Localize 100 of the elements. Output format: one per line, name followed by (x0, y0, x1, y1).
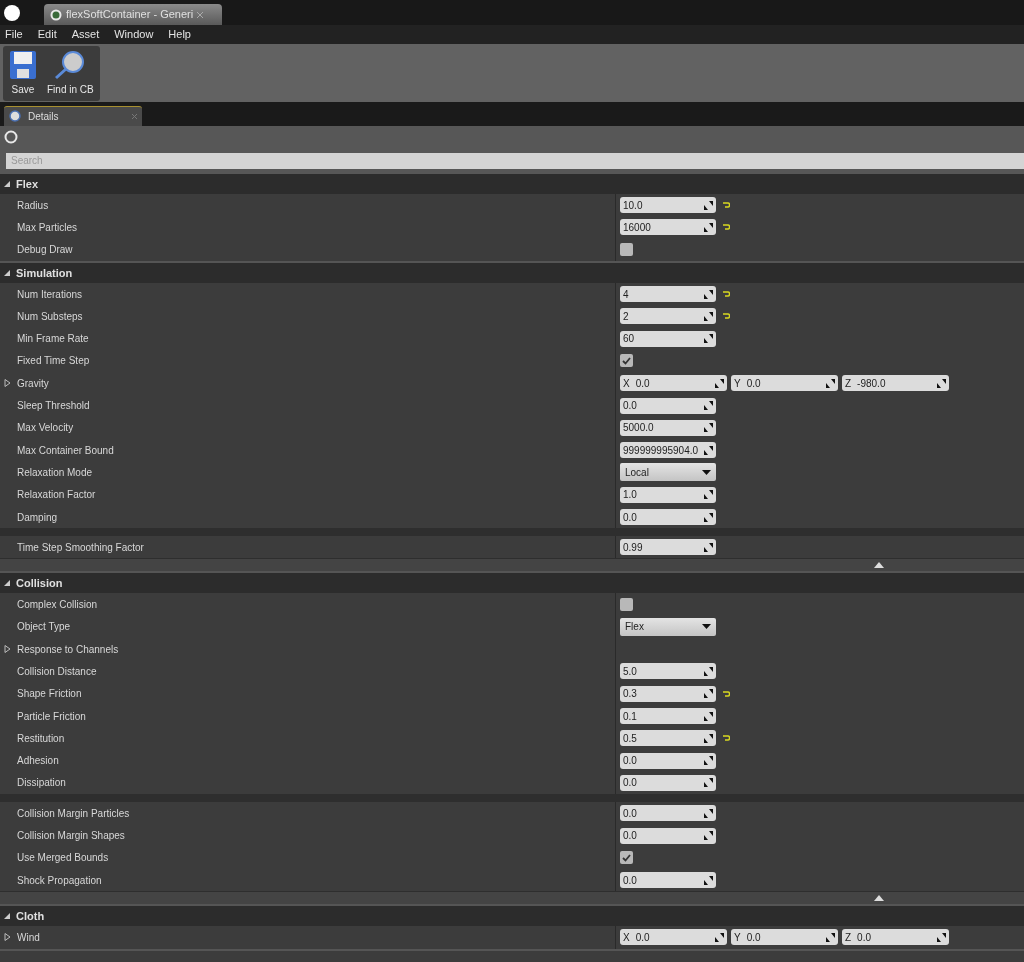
drag-handle-icon[interactable] (704, 311, 713, 321)
number-field[interactable]: 10.0 (620, 197, 716, 214)
drag-handle-icon[interactable] (704, 542, 713, 552)
property-label: Max Container Bound (17, 443, 114, 458)
expanded-arrow-icon[interactable] (4, 912, 11, 921)
number-field[interactable]: 0.0 (620, 827, 716, 844)
menu-item[interactable]: File (5, 26, 23, 43)
category-header[interactable]: Collision (0, 573, 1024, 594)
category-header[interactable]: Simulation (0, 262, 1024, 283)
drag-handle-icon[interactable] (704, 778, 713, 788)
number-field[interactable]: X 0.0 (620, 375, 727, 392)
drag-handle-icon[interactable] (715, 932, 724, 942)
collapsed-arrow-icon[interactable] (4, 379, 11, 388)
menu-item[interactable]: Asset (71, 26, 100, 43)
info-icon (9, 110, 22, 123)
drag-handle-icon[interactable] (704, 831, 713, 841)
number-field[interactable]: 1.0 (620, 486, 716, 503)
menu-item[interactable]: Help (168, 26, 191, 43)
number-field[interactable]: 0.1 (620, 708, 716, 725)
property-label: Sleep Threshold (17, 399, 90, 413)
menu-item[interactable]: Edit (37, 26, 57, 43)
number-field[interactable]: 999999995904.0 (620, 442, 716, 459)
number-field[interactable]: 5000.0 (620, 419, 716, 436)
number-field[interactable]: Y 0.0 (731, 375, 838, 392)
property-label: Min Frame Rate (17, 332, 89, 347)
drag-handle-icon[interactable] (937, 932, 946, 942)
property-label: Num Iterations (17, 287, 83, 302)
dropdown[interactable]: Flex (620, 617, 716, 636)
dropdown[interactable]: Local (620, 463, 716, 482)
drag-handle-icon[interactable] (704, 334, 713, 344)
number-field[interactable]: 4 (620, 286, 716, 303)
drag-handle-icon[interactable] (704, 445, 713, 455)
drag-handle-icon[interactable] (704, 289, 713, 299)
drag-handle-icon[interactable] (715, 378, 724, 388)
number-field[interactable]: Y 0.0 (731, 929, 838, 946)
advanced-toggle[interactable] (0, 891, 1024, 905)
menu-item[interactable]: Window (114, 26, 154, 43)
drag-handle-icon[interactable] (704, 222, 713, 232)
expanded-arrow-icon[interactable] (4, 579, 11, 588)
number-field[interactable]: 16000 (620, 219, 716, 236)
find-button[interactable]: Find in CB (47, 49, 94, 97)
collapsed-arrow-icon[interactable] (4, 645, 11, 654)
number-field[interactable]: 0.0 (620, 805, 716, 822)
number-field[interactable]: Z 0.0 (842, 929, 949, 946)
drag-handle-icon[interactable] (704, 808, 713, 818)
property-label: Fixed Time Step (17, 354, 90, 369)
drag-handle-icon[interactable] (937, 378, 946, 388)
number-field[interactable]: 0.0 (620, 397, 716, 414)
property-label: Collision Margin Shapes (17, 829, 125, 844)
caret-up-icon (874, 562, 884, 569)
drag-handle-icon[interactable] (704, 423, 713, 433)
property-label: Gravity (17, 376, 49, 391)
document-tab[interactable]: flexSoftContainer - Generi (44, 4, 222, 25)
drag-handle-icon[interactable] (704, 711, 713, 721)
details-tab[interactable]: Details (4, 106, 142, 126)
number-field[interactable]: 0.99 (620, 539, 716, 556)
number-field[interactable]: 0.0 (620, 509, 716, 525)
drag-handle-icon[interactable] (704, 756, 713, 766)
collapsed-arrow-icon[interactable] (4, 933, 11, 942)
circle-icon (4, 129, 18, 144)
property-label: Relaxation Factor (17, 488, 96, 503)
checkbox[interactable] (620, 243, 633, 257)
number-field[interactable]: 0.0 (620, 872, 716, 889)
caret-down-icon (702, 469, 711, 475)
drag-handle-icon[interactable] (704, 875, 713, 885)
save-button[interactable]: Save (9, 49, 37, 97)
expanded-arrow-icon[interactable] (4, 180, 11, 188)
number-field[interactable]: 2 (620, 308, 716, 325)
number-field[interactable]: 0.5 (620, 730, 716, 747)
checkbox[interactable] (620, 851, 633, 865)
caret-down-icon (702, 624, 711, 630)
property-label: Debug Draw (17, 243, 73, 258)
drag-handle-icon[interactable] (704, 200, 713, 210)
property-label: Restitution (17, 731, 65, 746)
search-field[interactable]: Search (6, 152, 1024, 169)
property-label: Dissipation (17, 776, 66, 791)
number-field[interactable]: 5.0 (620, 663, 716, 680)
drag-handle-icon[interactable] (826, 378, 835, 388)
category-header[interactable]: Cloth (0, 906, 1024, 927)
drag-handle-icon[interactable] (704, 667, 713, 676)
number-field[interactable]: Z -980.0 (842, 375, 949, 392)
drag-handle-icon[interactable] (704, 689, 713, 699)
checkbox[interactable] (620, 354, 633, 368)
expanded-arrow-icon[interactable] (4, 268, 11, 277)
category-header[interactable]: Flex (0, 174, 1024, 194)
property-label: Radius (17, 198, 49, 213)
drag-handle-icon[interactable] (704, 512, 713, 522)
number-field[interactable]: 0.3 (620, 685, 716, 702)
number-field[interactable]: X 0.0 (620, 929, 727, 946)
property-label: Particle Friction (17, 709, 86, 724)
drag-handle-icon[interactable] (704, 401, 713, 410)
number-field[interactable]: 60 (620, 330, 716, 347)
advanced-toggle[interactable] (0, 558, 1024, 572)
number-field[interactable]: 0.0 (620, 752, 716, 769)
property-label: Collision Margin Particles (17, 806, 130, 821)
drag-handle-icon[interactable] (704, 733, 713, 743)
checkbox[interactable] (620, 598, 633, 612)
drag-handle-icon[interactable] (826, 932, 835, 942)
drag-handle-icon[interactable] (704, 490, 713, 500)
number-field[interactable]: 0.0 (620, 774, 716, 791)
